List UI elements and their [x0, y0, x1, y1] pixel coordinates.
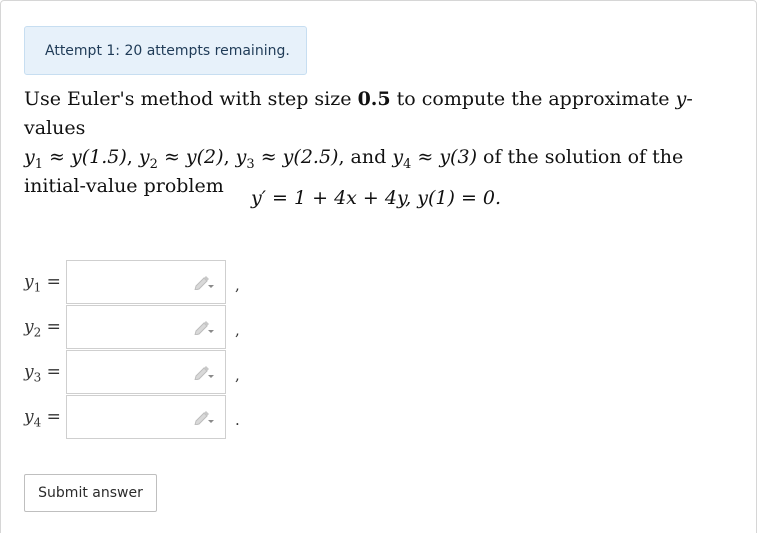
answer-box-y2 — [66, 305, 226, 349]
question-text: Use Euler's method with step size 0.5 to… — [24, 85, 734, 201]
answer-input-y3[interactable] — [67, 351, 185, 393]
approx-1: y1 ≈ y(1.5), — [24, 146, 139, 172]
answer-label-y1: y1 = — [24, 272, 61, 295]
answer-label-y2: y2 = — [24, 317, 61, 340]
answer-row-y1: y1 = , — [24, 260, 284, 304]
pencil-icon[interactable] — [193, 274, 215, 290]
step-size: 0.5 — [357, 88, 391, 110]
answer-punct-y4: . — [235, 411, 240, 429]
answer-row-y2: y2 = , — [24, 305, 284, 349]
answer-input-y1[interactable] — [67, 261, 185, 303]
answer-row-y4: y4 = . — [24, 395, 284, 439]
y-variable: y — [675, 88, 687, 110]
approx-2: y2 ≈ y(2), — [138, 146, 236, 172]
answer-label-y4: y4 = — [24, 407, 61, 430]
pencil-icon[interactable] — [193, 364, 215, 380]
answer-punct-y1: , — [235, 276, 240, 294]
answer-input-y4[interactable] — [67, 396, 185, 438]
answer-input-y2[interactable] — [67, 306, 185, 348]
attempt-banner: Attempt 1: 20 attempts remaining. — [24, 26, 307, 75]
answer-label-y3: y3 = — [24, 362, 61, 385]
answer-box-y4 — [66, 395, 226, 439]
ivp-equation: y′ = 1 + 4x + 4y, y(1) = 0. — [250, 187, 502, 209]
approx-3: y3 ≈ y(2.5), and — [235, 146, 393, 172]
pencil-icon[interactable] — [193, 319, 215, 335]
answer-box-y3 — [66, 350, 226, 394]
answer-box-y1 — [66, 260, 226, 304]
pencil-icon[interactable] — [193, 409, 215, 425]
answer-punct-y3: , — [235, 366, 240, 384]
answer-row-y3: y3 = , — [24, 350, 284, 394]
approx-4: y4 ≈ y(3) — [392, 146, 477, 172]
question-intro-2: to compute the approximate — [390, 88, 676, 110]
question-intro: Use Euler's method with step size — [24, 88, 358, 110]
question-card: Attempt 1: 20 attempts remaining. Use Eu… — [0, 0, 757, 533]
answer-punct-y2: , — [235, 321, 240, 339]
submit-answer-button[interactable]: Submit answer — [24, 474, 157, 512]
